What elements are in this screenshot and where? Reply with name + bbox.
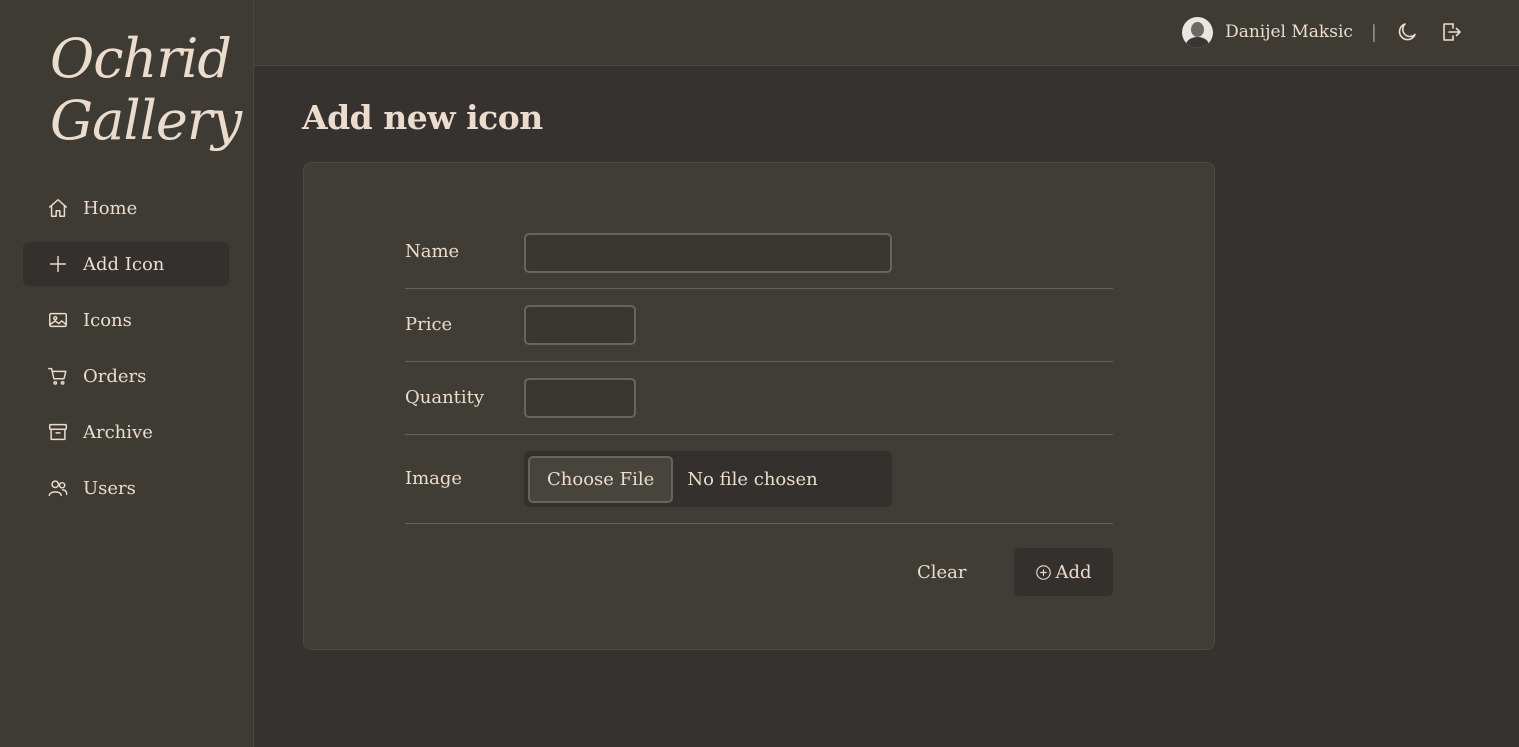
name-row: Name xyxy=(405,233,1113,289)
sidebar-item-label: Home xyxy=(83,197,138,219)
clear-button[interactable]: Clear xyxy=(917,548,967,596)
quantity-label: Quantity xyxy=(405,387,485,408)
sidebar-item-add-icon[interactable]: Add Icon xyxy=(23,242,229,286)
separator: | xyxy=(1370,21,1377,43)
price-label: Price xyxy=(405,314,453,335)
quantity-row: Quantity xyxy=(405,362,1113,435)
price-field[interactable] xyxy=(524,305,636,345)
archive-icon xyxy=(49,423,67,441)
avatar[interactable] xyxy=(1182,16,1214,48)
add-icon-form: Name Price Quantity Image Choose File No… xyxy=(303,162,1215,650)
page-title: Add new icon xyxy=(302,98,543,137)
logo[interactable]: Ochrid Gallery xyxy=(50,27,242,152)
sidebar-item-icons[interactable]: Icons xyxy=(23,298,229,342)
form-actions: Clear Add xyxy=(405,548,1113,596)
users-icon xyxy=(48,480,68,497)
sidebar-item-label: Add Icon xyxy=(83,253,165,275)
sidebar-item-label: Orders xyxy=(83,365,147,387)
plus-icon xyxy=(49,255,67,273)
logo-line-2: Gallery xyxy=(50,89,242,152)
image-icon xyxy=(49,312,67,328)
file-status: No file chosen xyxy=(687,468,818,490)
sidebar-item-home[interactable]: Home xyxy=(23,186,229,230)
home-icon xyxy=(49,199,67,217)
theme-toggle-button[interactable] xyxy=(1395,20,1419,44)
top-bar: Danijel Maksic | xyxy=(254,0,1519,66)
logout-icon xyxy=(1443,23,1461,41)
sidebar-item-label: Archive xyxy=(83,421,153,443)
price-row: Price xyxy=(405,289,1113,362)
file-input[interactable]: Choose File No file chosen xyxy=(524,451,892,507)
plus-circle-icon xyxy=(1036,564,1052,580)
user-area: Danijel Maksic | xyxy=(1182,16,1463,48)
sidebar-item-users[interactable]: Users xyxy=(23,466,229,510)
add-button-label: Add xyxy=(1055,561,1092,583)
logout-button[interactable] xyxy=(1439,20,1463,44)
sidebar: Ochrid Gallery Home Add Icon Icons Order… xyxy=(0,0,254,747)
sidebar-item-orders[interactable]: Orders xyxy=(23,354,229,398)
sidebar-item-label: Icons xyxy=(83,309,132,331)
name-field[interactable] xyxy=(524,233,892,273)
name-label: Name xyxy=(405,241,460,262)
add-button[interactable]: Add xyxy=(1014,548,1113,596)
moon-icon xyxy=(1398,23,1416,41)
choose-file-button[interactable]: Choose File xyxy=(528,455,674,503)
image-label: Image xyxy=(405,468,463,489)
image-row: Image Choose File No file chosen xyxy=(405,435,1113,524)
sidebar-item-archive[interactable]: Archive xyxy=(23,410,229,454)
sidebar-nav: Home Add Icon Icons Orders Archive Users xyxy=(23,186,229,522)
logo-line-1: Ochrid xyxy=(50,27,232,90)
quantity-field[interactable] xyxy=(524,378,636,418)
username[interactable]: Danijel Maksic xyxy=(1225,22,1353,42)
sidebar-item-label: Users xyxy=(83,477,136,499)
cart-icon xyxy=(48,367,67,385)
